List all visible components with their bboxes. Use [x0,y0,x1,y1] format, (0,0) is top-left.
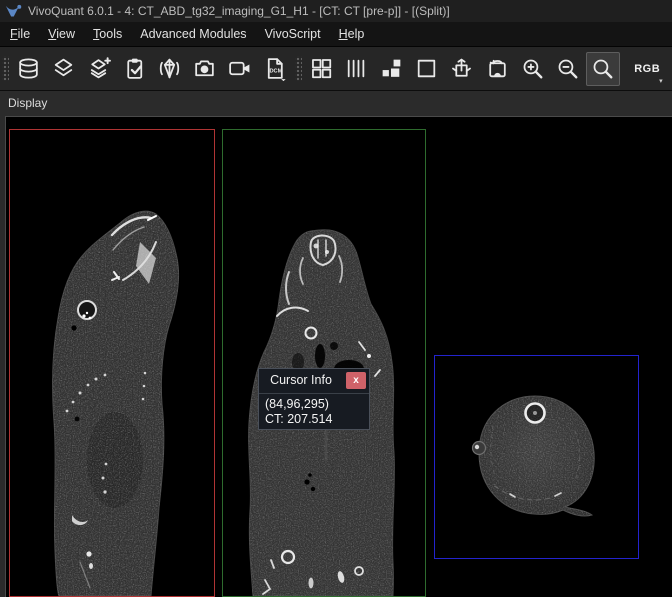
study-checklist-button[interactable] [117,52,151,86]
add-layers-button[interactable] [82,52,116,86]
snapshot-button[interactable] [188,52,222,86]
reset-orientation-button[interactable] [480,52,514,86]
magnify-tool-button[interactable] [586,52,620,86]
layers-icon [51,56,76,81]
single-view-icon [414,56,439,81]
3d-render-button[interactable] [152,52,186,86]
data-manager-button[interactable] [12,52,46,86]
display-pane-label: Display [8,96,47,110]
vivoquant-logo-icon [5,4,22,18]
zoom-out-button[interactable] [550,52,584,86]
coronal-ct-image [223,130,425,596]
toolbar-drag-handle[interactable] [295,56,302,81]
svg-text:DCM: DCM [270,69,283,75]
magnifier-minus-icon [555,56,580,81]
axial-ct-image [435,356,638,558]
layout-mosaic-button[interactable] [374,52,408,86]
crop-3d-tool-button[interactable] [445,52,479,86]
layout-single-button[interactable] [410,52,444,86]
magnifier-icon [590,56,615,81]
menu-advanced-modules[interactable]: Advanced Modules [131,23,255,45]
cursor-coordinates: (84,96,295) [265,397,363,412]
menu-file[interactable]: File [1,23,39,45]
cursor-info-title: Cursor Info [259,373,343,387]
grid-icon [309,56,334,81]
menu-view[interactable]: View [39,23,84,45]
layout-quad-button[interactable] [304,52,338,86]
rotate-reset-icon [485,56,510,81]
zoom-in-button[interactable] [515,52,549,86]
sagittal-ct-image [10,130,214,596]
color-mode-label: RGB [634,63,660,75]
menu-help[interactable]: Help [330,23,374,45]
slice-columns-icon [344,56,369,81]
database-icon [16,56,41,81]
title-bar: VivoQuant 6.0.1 - 4: CT_ABD_tg32_imaging… [0,0,672,22]
layout-slices-button[interactable] [339,52,373,86]
window-title: VivoQuant 6.0.1 - 4: CT_ABD_tg32_imaging… [28,4,450,18]
vivoquant-window: VivoQuant 6.0.1 - 4: CT_ABD_tg32_imaging… [0,0,672,597]
layer-browser-button[interactable] [47,52,81,86]
camera-icon [192,56,217,81]
color-mode-button[interactable]: RGB ▾ [628,52,666,86]
panel-coronal-view[interactable] [222,129,426,597]
panel-axial-view[interactable] [434,355,639,559]
menu-tools[interactable]: Tools [84,23,131,45]
cursor-info-popup: Cursor Info x (84,96,295) CT: 207.514 [258,368,370,430]
close-icon[interactable]: x [346,372,366,389]
dicom-export-button[interactable]: DCM [258,52,292,86]
movie-capture-button[interactable] [223,52,257,86]
menu-vivoscript[interactable]: VivoScript [256,23,330,45]
layers-add-icon [86,56,111,81]
cursor-info-titlebar[interactable]: Cursor Info x [259,369,369,394]
display-pane-header: Display [0,91,672,116]
menu-bar: FileViewToolsAdvanced ModulesVivoScriptH… [0,22,672,47]
crystal-icon [157,56,182,81]
cursor-ct-value: CT: 207.514 [265,412,363,427]
crop-3d-icon [449,56,474,81]
panel-sagittal-view[interactable] [9,129,215,597]
dcm-file-icon: DCM [262,56,287,81]
toolbar-drag-handle[interactable] [2,56,9,81]
dropdown-arrow-icon: ▾ [659,77,663,85]
magnifier-plus-icon [520,56,545,81]
main-toolbar: DCM RGB ▾ [0,47,672,91]
clipboard-check-icon [122,56,147,81]
video-camera-icon [227,56,252,81]
mosaic-icon [379,56,404,81]
